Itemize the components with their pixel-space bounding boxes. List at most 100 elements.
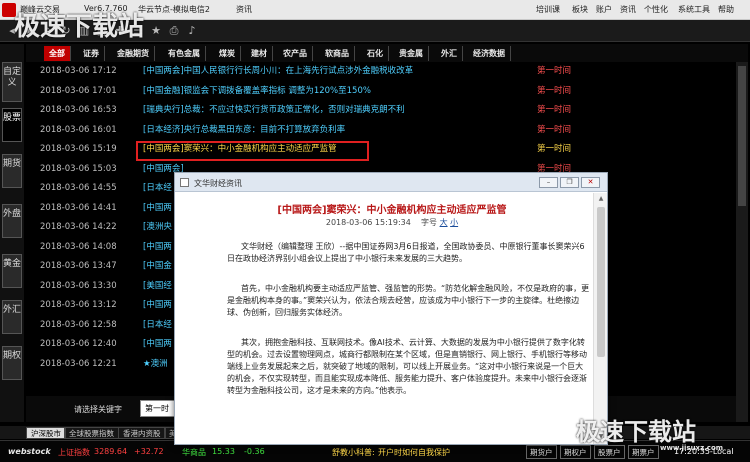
- btab-hk-china[interactable]: 香港内资股: [118, 427, 166, 439]
- btab-shsz[interactable]: 沪深股市: [26, 427, 66, 439]
- news-row[interactable]: 2018-03-06 16:53 [瑞典央行]总裁：不应过快实行货币政策正常化，否…: [40, 101, 720, 120]
- tab-petrochem[interactable]: 石化: [362, 46, 389, 61]
- open-ticket-account-button[interactable]: 期票户: [628, 445, 659, 459]
- popup-window-title: 文华财经资讯: [194, 179, 242, 188]
- article-body: [中国两会]窦荣兴：中小金融机构应主动适应严监管 2018-03-06 15:1…: [193, 197, 591, 443]
- vtab-foreign-market[interactable]: 外盘: [2, 204, 22, 238]
- news-date: 2018-03-06 12:21: [40, 358, 117, 369]
- menu-help[interactable]: 帮助: [718, 4, 734, 15]
- watermark-bottom-right: 极速下载站: [576, 418, 696, 446]
- news-date: 2018-03-06 15:19: [40, 144, 117, 154]
- news-headline[interactable]: [中国两: [143, 238, 172, 257]
- vtab-stocks[interactable]: 股票: [2, 108, 22, 142]
- index-value: 3289.64: [94, 447, 128, 456]
- news-source: 第一时间: [537, 85, 572, 96]
- menu-account[interactable]: 账户: [596, 4, 612, 15]
- vtab-options[interactable]: 期权: [2, 346, 22, 380]
- vtab-forex[interactable]: 外汇: [2, 300, 22, 334]
- news-date: 2018-03-06 13:30: [40, 280, 117, 291]
- news-row[interactable]: 2018-03-06 17:01 [中国金融]银监会下调拨备覆盖率指标 调整为12…: [40, 82, 720, 101]
- news-headline[interactable]: [中国两: [143, 335, 172, 354]
- news-date: 2018-03-06 17:12: [40, 66, 117, 76]
- news-headline[interactable]: [日本经济]央行总裁黑田东彦：目前不打算放弃负利率: [143, 121, 345, 140]
- article-scrollbar[interactable]: ▲ ▼: [593, 193, 607, 444]
- watermark-top-left: 极速下载站: [14, 12, 145, 42]
- news-headline[interactable]: [美国经: [143, 277, 172, 296]
- menu-news[interactable]: 资讯: [620, 4, 636, 15]
- menu-sector[interactable]: 板块: [572, 4, 588, 15]
- highlight-box: [136, 141, 369, 161]
- brand-logo: webstock: [8, 447, 51, 456]
- news-popup-window: 文华财经资讯 – ❐ ✕ [中国两会]窦荣兴：中小金融机构应主动适应严监管 20…: [174, 172, 608, 445]
- news-headline[interactable]: [中国金融]银监会下调拨备覆盖率指标 调整为120%至150%: [143, 82, 371, 101]
- minimize-icon[interactable]: –: [539, 177, 558, 188]
- index-change: +32.72: [134, 447, 164, 456]
- commodity-name: 华商品: [182, 448, 206, 457]
- ticker-text[interactable]: 开户时如何自我保护: [378, 447, 450, 458]
- print-icon[interactable]: ⎙: [166, 23, 182, 39]
- font-size-label: 字号: [421, 218, 438, 227]
- tab-coal[interactable]: 煤炭: [214, 46, 241, 61]
- news-date: 2018-03-06 12:58: [40, 319, 117, 330]
- article-paragraph: 文华财经（编辑整理 王欣）--据中国证券网3月6日报道，全国政协委员、中原银行董…: [227, 242, 585, 263]
- menu-training[interactable]: 培训课: [536, 4, 560, 15]
- news-headline[interactable]: [澳洲央: [143, 218, 172, 237]
- tab-building-materials[interactable]: 建材: [246, 46, 273, 61]
- scrollbar-thumb[interactable]: [738, 66, 746, 206]
- news-headline[interactable]: ★澳洲: [143, 355, 168, 374]
- category-tabs: 全部 证券 金融期货 有色金属 煤炭 建材 农产品 软商品 石化 贵金属 外汇 …: [26, 44, 748, 62]
- article-paragraph: 其次，拥抱金融科技、互联网技术。像AI技术、云计算、大数据的发展为中小银行提供了…: [227, 338, 587, 395]
- btab-global-index[interactable]: 全球股票指数: [64, 427, 119, 439]
- news-headline[interactable]: [瑞典央行]总裁：不应过快实行货币政策正常化，否则对瑞典克朗不利: [143, 101, 405, 120]
- font-small-link[interactable]: 小: [450, 218, 458, 227]
- news-scrollbar[interactable]: [736, 62, 748, 422]
- tab-securities[interactable]: 证券: [78, 46, 105, 61]
- news-date: 2018-03-06 13:47: [40, 261, 117, 271]
- news-date: 2018-03-06 14:41: [40, 202, 117, 213]
- commodity-value: 15.33: [212, 447, 235, 456]
- news-headline[interactable]: [中国两: [143, 296, 172, 315]
- vtab-futures[interactable]: 期货: [2, 154, 22, 188]
- popup-title-bar[interactable]: 文华财经资讯 – ❐ ✕: [175, 173, 607, 192]
- tab-precious-metals[interactable]: 贵金属: [394, 46, 429, 61]
- news-row[interactable]: 2018-03-06 17:12 [中国两会]中国人民银行行长周小川：在上海先行试…: [40, 62, 720, 81]
- article-datetime: 2018-03-06 15:19:34: [325, 218, 411, 227]
- open-options-account-button[interactable]: 期权户: [560, 445, 591, 459]
- news-source: 第一时间: [537, 66, 572, 76]
- vtab-gold[interactable]: 黄金: [2, 254, 22, 288]
- menu-system-tools[interactable]: 系统工具: [678, 4, 710, 15]
- bell-icon[interactable]: ♪: [184, 23, 200, 39]
- news-date: 2018-03-06 14:08: [40, 241, 117, 252]
- open-stock-account-button[interactable]: 股票户: [594, 445, 625, 459]
- restore-icon[interactable]: ❐: [560, 177, 579, 188]
- news-headline[interactable]: [中国两会]中国人民银行行长周小川：在上海先行试点涉外金融税收改革: [143, 62, 413, 81]
- tab-forex[interactable]: 外汇: [436, 46, 463, 61]
- tab-agri[interactable]: 农产品: [278, 46, 313, 61]
- scroll-up-icon[interactable]: ▲: [596, 195, 606, 202]
- news-date: 2018-03-06 13:12: [40, 300, 117, 310]
- news-headline[interactable]: [中国两: [143, 199, 172, 218]
- tab-all[interactable]: 全部: [44, 46, 71, 61]
- news-source: 第一时间: [537, 144, 572, 154]
- news-date: 2018-03-06 16:01: [40, 124, 117, 135]
- watermark-url: www.jisuxz.com: [660, 444, 724, 452]
- vertical-tabs: 自定义 股票 期货 外盘 黄金 外汇 期权: [0, 44, 24, 422]
- vtab-custom[interactable]: 自定义: [2, 62, 22, 102]
- font-large-link[interactable]: 大: [440, 218, 448, 227]
- close-icon[interactable]: ✕: [581, 177, 600, 188]
- menu-info[interactable]: 资讯: [236, 4, 252, 15]
- server-node: 华云节点-模拟电信2: [138, 5, 210, 14]
- tab-soft-commodities[interactable]: 软商品: [320, 46, 355, 61]
- open-futures-account-button[interactable]: 期货户: [526, 445, 557, 459]
- tab-financial-futures[interactable]: 金融期货: [112, 46, 155, 61]
- article-scrollbar-thumb[interactable]: [597, 207, 605, 357]
- news-headline[interactable]: [中国金: [143, 257, 172, 276]
- tab-nonferrous[interactable]: 有色金属: [163, 46, 206, 61]
- menu-personalize[interactable]: 个性化: [644, 4, 668, 15]
- news-date: 2018-03-06 12:40: [40, 339, 117, 349]
- news-headline[interactable]: [日本经: [143, 179, 172, 198]
- tab-economic-data[interactable]: 经济数据: [468, 46, 511, 61]
- news-row[interactable]: 2018-03-06 16:01 [日本经济]央行总裁黑田东彦：目前不打算放弃负利…: [40, 121, 720, 140]
- star-icon[interactable]: ★: [148, 23, 164, 39]
- news-headline[interactable]: [日本经: [143, 316, 172, 335]
